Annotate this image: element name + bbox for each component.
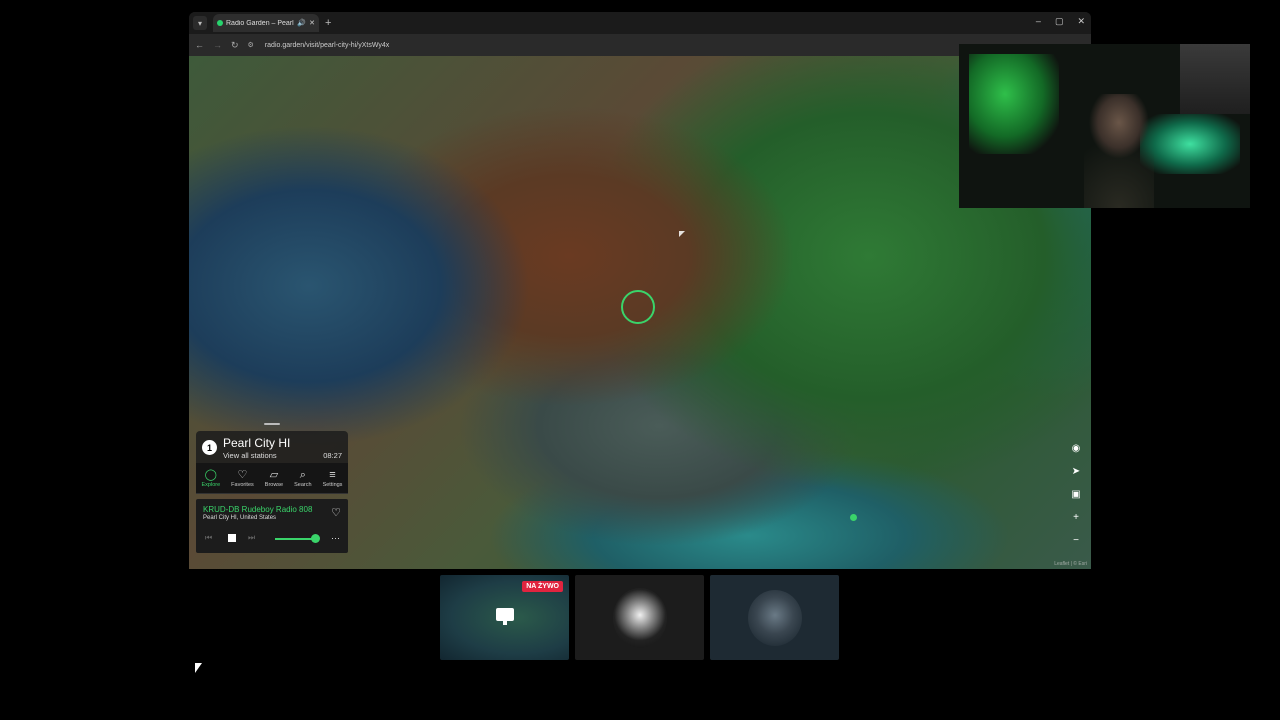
now-playing-player: KRUD-DB Rudeboy Radio 808 Pearl City HI,… (196, 499, 348, 553)
forward-icon[interactable]: → (213, 40, 222, 50)
nav-settings[interactable]: ≡ Settings (323, 469, 343, 488)
tab-bar: ▾ Radio Garden – Pearl City H 🔊 ✕ + – ▢ … (189, 12, 1091, 34)
screen-share-thumbnail[interactable]: NA ŻYWO (440, 575, 569, 660)
favorite-heart-icon[interactable]: ♡ (331, 506, 341, 519)
volume-slider-track[interactable] (275, 538, 315, 540)
webcam-person (1084, 94, 1154, 208)
local-time: 08:27 (323, 451, 342, 460)
next-icon[interactable]: ⏭ (248, 533, 255, 543)
reload-icon[interactable]: ↻ (231, 40, 239, 51)
map-attribution: Leaflet | © Esri (1054, 561, 1087, 567)
lock-icon[interactable]: ▣ (1069, 487, 1083, 501)
url-field[interactable]: radio.garden/visit/pearl-city-hi/yXtsWy4… (265, 42, 389, 49)
nav-favorites[interactable]: ♡ Favorites (231, 469, 254, 488)
avatar (613, 588, 667, 648)
radio-garden-panel: 1 Pearl City HI View all stations 08:27 … (196, 423, 348, 553)
webcam-keyboard-light (1140, 114, 1240, 174)
volume-slider-knob[interactable] (311, 534, 320, 543)
nav-label: Explore (201, 481, 221, 488)
site-info-icon[interactable]: ⚙ (248, 41, 254, 49)
zoom-out-button[interactable]: − (1069, 533, 1083, 547)
address-bar: ← → ↻ ⚙ radio.garden/visit/pearl-city-hi… (189, 34, 1091, 56)
webcam-background-window (1180, 44, 1250, 114)
close-window-button[interactable]: ✕ (1077, 16, 1085, 27)
nav-label: Settings (322, 481, 343, 488)
browser-tab[interactable]: Radio Garden – Pearl City H 🔊 ✕ (213, 14, 319, 32)
avatar (748, 590, 802, 646)
pin-icon[interactable]: ◉ (1069, 441, 1083, 455)
station-dot[interactable] (850, 514, 857, 521)
nav-browse[interactable]: ▱ Browse (265, 469, 283, 488)
nav-label: Favorites (231, 481, 254, 488)
close-tab-icon[interactable]: ✕ (309, 19, 315, 27)
minimize-button[interactable]: – (1036, 16, 1041, 27)
screen-share-icon (496, 608, 514, 625)
nav-explore[interactable]: ◯ Explore (202, 469, 221, 488)
nav-search[interactable]: ⌕ Search (294, 469, 311, 488)
nav-label: Search (294, 481, 312, 488)
mouse-cursor (195, 663, 202, 673)
previous-icon[interactable]: ⏮ (205, 533, 212, 543)
live-badge: NA ŻYWO (522, 581, 563, 592)
station-count-badge: 1 (202, 440, 217, 455)
locate-icon[interactable]: ➤ (1069, 464, 1083, 478)
participant-thumbnail[interactable] (575, 575, 704, 660)
menu-icon: ≡ (329, 468, 336, 481)
participant-thumbnail[interactable] (710, 575, 839, 660)
window-controls: – ▢ ✕ (1036, 16, 1085, 27)
nav-label: Browse (264, 481, 284, 488)
map-controls: ◉ ➤ ▣ + − (1069, 441, 1083, 547)
new-tab-button[interactable]: + (325, 17, 331, 29)
stop-button[interactable] (228, 534, 236, 542)
zoom-in-button[interactable]: + (1069, 510, 1083, 524)
back-icon[interactable]: ← (195, 40, 204, 50)
selected-location-ring[interactable] (621, 290, 655, 324)
search-icon: ⌕ (299, 468, 306, 481)
speaker-icon[interactable]: 🔊 (297, 19, 306, 27)
satellite-map[interactable]: Leaflet | © Esri ◉ ➤ ▣ + − 1 Pearl City … (189, 56, 1091, 569)
panel-drag-handle[interactable] (264, 423, 280, 425)
radio-garden-favicon (217, 20, 223, 26)
tab-title: Radio Garden – Pearl City H (226, 19, 294, 27)
station-name[interactable]: KRUD-DB Rudeboy Radio 808 (203, 505, 312, 514)
explore-icon: ◯ (204, 468, 217, 481)
station-location: Pearl City HI, United States (203, 515, 277, 521)
participant-thumbnails: NA ŻYWO (440, 575, 839, 660)
place-header[interactable]: 1 Pearl City HI View all stations 08:27 (196, 431, 348, 463)
browser-window: ▾ Radio Garden – Pearl City H 🔊 ✕ + – ▢ … (189, 12, 1091, 569)
view-all-stations-link[interactable]: View all stations (223, 451, 277, 460)
webcam-overlay (959, 44, 1250, 208)
place-name: Pearl City HI (223, 436, 291, 450)
tab-search-button[interactable]: ▾ (193, 16, 207, 30)
map-icon: ▱ (269, 468, 279, 481)
maximize-button[interactable]: ▢ (1055, 16, 1064, 27)
bottom-nav: ◯ Explore ♡ Favorites ▱ Browse ⌕ Search … (196, 463, 348, 494)
heart-icon: ♡ (237, 468, 248, 481)
webcam-green-light (969, 54, 1059, 154)
mouse-cursor (679, 231, 685, 237)
more-options-icon[interactable]: ⋯ (331, 533, 340, 544)
